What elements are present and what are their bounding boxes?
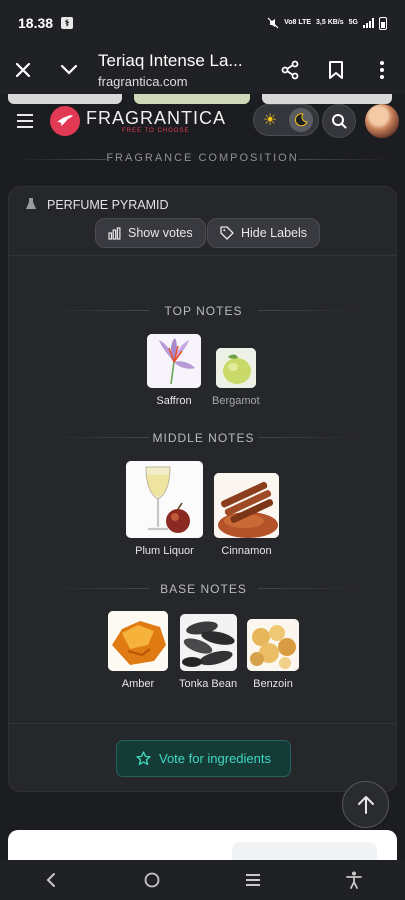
network-label: Vo8 LTE bbox=[284, 19, 312, 26]
section-title: FRAGRANCE COMPOSITION bbox=[0, 152, 405, 164]
vote-for-ingredients-button[interactable]: Vote for ingredients bbox=[116, 740, 291, 777]
note-label: Saffron bbox=[156, 395, 192, 407]
signal-icon bbox=[363, 18, 374, 28]
chevron-down-icon bbox=[60, 64, 78, 75]
nav-back-button[interactable] bbox=[31, 860, 71, 900]
back-icon bbox=[46, 873, 55, 887]
show-votes-label: Show votes bbox=[128, 226, 193, 240]
note-tonka-bean[interactable]: Tonka Bean bbox=[179, 614, 237, 690]
bookmark-icon bbox=[329, 61, 343, 79]
site-logo[interactable]: FRAGRANTICA FREE TO CHOOSE bbox=[50, 106, 226, 136]
note-amber[interactable]: Amber bbox=[108, 611, 168, 690]
page-title-area[interactable]: Teriaq Intense La... fragrantica.com bbox=[92, 51, 267, 89]
tag-icon bbox=[220, 226, 234, 240]
status-time: 18.38 bbox=[18, 15, 54, 31]
moon-icon bbox=[289, 108, 313, 132]
middle-notes-title: MIDDLE NOTES bbox=[9, 431, 398, 445]
cinnamon-image bbox=[214, 473, 279, 538]
search-icon bbox=[332, 114, 347, 129]
battery-icon bbox=[379, 16, 387, 30]
status-bar: 18.38 ⚕ Vo8 LTE 3,5 KB/s 5G bbox=[0, 0, 405, 46]
accessibility-icon bbox=[346, 871, 363, 889]
logo-name: FRAGRANTICA bbox=[86, 108, 227, 128]
status-indicators: Vo8 LTE 3,5 KB/s 5G bbox=[267, 16, 387, 30]
system-nav-bar bbox=[0, 860, 405, 900]
theme-toggle[interactable]: ☀ bbox=[253, 104, 319, 136]
note-cinnamon[interactable]: Cinnamon bbox=[214, 473, 279, 557]
more-vert-icon bbox=[380, 61, 384, 79]
speed-label: 3,5 KB/s bbox=[316, 19, 344, 26]
notification-icon: ⚕ bbox=[61, 17, 74, 29]
amber-image bbox=[108, 611, 168, 671]
bergamot-image bbox=[215, 348, 256, 388]
note-benzoin[interactable]: Benzoin bbox=[247, 619, 299, 690]
tonka-bean-image bbox=[179, 614, 237, 671]
hide-labels-label: Hide Labels bbox=[241, 226, 308, 240]
page-url: fragrantica.com bbox=[98, 74, 188, 89]
note-saffron[interactable]: Saffron bbox=[147, 334, 201, 407]
note-label: Tonka Bean bbox=[179, 678, 238, 690]
close-icon bbox=[15, 62, 31, 78]
search-button[interactable] bbox=[322, 104, 356, 138]
note-label: Cinnamon bbox=[221, 545, 272, 557]
recents-icon bbox=[246, 874, 261, 886]
hamburger-menu-icon[interactable] bbox=[0, 100, 50, 142]
divider bbox=[9, 723, 396, 724]
logo-tagline: FREE TO CHOOSE bbox=[122, 128, 190, 134]
hide-labels-button[interactable]: Hide Labels bbox=[207, 218, 321, 248]
base-notes-title: BASE NOTES bbox=[9, 582, 398, 596]
expand-button[interactable] bbox=[46, 46, 92, 94]
nav-home-button[interactable] bbox=[132, 860, 172, 900]
browser-menu-button[interactable] bbox=[359, 46, 405, 94]
page-title: Teriaq Intense La... bbox=[98, 51, 243, 70]
divider bbox=[9, 255, 396, 256]
vote-label: Vote for ingredients bbox=[158, 751, 272, 766]
star-icon bbox=[136, 751, 151, 766]
note-plum-liquor[interactable]: Plum Liquor bbox=[126, 461, 203, 557]
user-avatar[interactable] bbox=[365, 104, 399, 138]
pyramid-heading-row: PERFUME PYRAMID bbox=[25, 197, 169, 213]
note-bergamot[interactable]: Bergamot bbox=[212, 348, 260, 407]
share-icon bbox=[281, 60, 299, 80]
gen-label: 5G bbox=[348, 19, 358, 26]
pyramid-heading: PERFUME PYRAMID bbox=[47, 198, 169, 212]
nav-recents-button[interactable] bbox=[233, 860, 273, 900]
show-votes-button[interactable]: Show votes bbox=[95, 218, 206, 248]
site-header: FRAGRANTICA FREE TO CHOOSE ☀ bbox=[0, 100, 405, 142]
logo-bird-icon bbox=[50, 106, 80, 136]
browser-toolbar: Teriaq Intense La... fragrantica.com bbox=[0, 46, 405, 94]
share-button[interactable] bbox=[267, 46, 313, 94]
plum-liquor-image bbox=[126, 461, 203, 538]
note-label: Plum Liquor bbox=[135, 545, 194, 557]
mute-icon bbox=[267, 17, 279, 29]
perfume-pyramid-card: PERFUME PYRAMID Show votes Hide Labels T… bbox=[8, 186, 397, 792]
note-label: Amber bbox=[121, 678, 155, 690]
close-tab-button[interactable] bbox=[0, 46, 46, 94]
benzoin-image bbox=[247, 619, 299, 671]
note-label: Benzoin bbox=[253, 678, 293, 690]
home-icon bbox=[144, 872, 160, 888]
note-label: Bergamot bbox=[212, 395, 260, 407]
bar-chart-icon bbox=[108, 226, 121, 240]
flask-icon bbox=[25, 197, 37, 213]
sun-icon: ☀ bbox=[262, 112, 278, 129]
saffron-image bbox=[147, 334, 201, 388]
bookmark-button[interactable] bbox=[313, 46, 359, 94]
scroll-to-top-button[interactable] bbox=[342, 781, 389, 828]
accessibility-button[interactable] bbox=[334, 860, 374, 900]
arrow-up-icon bbox=[357, 795, 374, 814]
top-notes-title: TOP NOTES bbox=[9, 304, 398, 318]
